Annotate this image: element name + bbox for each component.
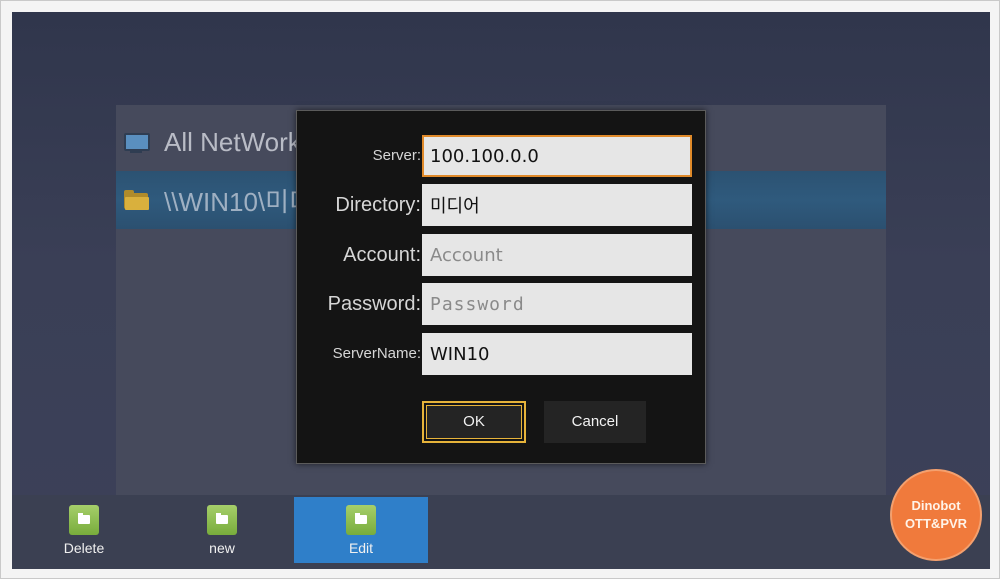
- server-name-label: ServerName:: [332, 345, 421, 362]
- new-label: new: [209, 540, 235, 556]
- password-row: Password:: [297, 283, 705, 325]
- delete-button[interactable]: Delete: [17, 497, 151, 563]
- watermark-badge: Dinobot OTT&PVR: [892, 471, 980, 559]
- account-label: Account:: [343, 244, 421, 266]
- folder-icon: [346, 505, 376, 535]
- list-item-label: All NetWork: [164, 126, 301, 157]
- password-input[interactable]: [422, 283, 692, 325]
- watermark-line1: Dinobot: [911, 498, 961, 513]
- server-row: Server:: [297, 135, 705, 177]
- watermark-line2: OTT&PVR: [904, 516, 968, 531]
- account-input[interactable]: [422, 234, 692, 276]
- directory-label: Directory:: [335, 194, 421, 216]
- tv-screen: All NetWork \\WIN10\미디어 Server: Director…: [12, 12, 990, 569]
- edit-button[interactable]: Edit: [294, 497, 428, 563]
- edit-share-dialog: Server: Directory: Account: Password: Se…: [296, 110, 706, 464]
- new-button[interactable]: new: [155, 497, 289, 563]
- directory-row: Directory:: [297, 184, 705, 226]
- monitor-icon: [122, 131, 150, 153]
- folder-icon: [122, 189, 150, 211]
- delete-label: Delete: [63, 540, 105, 556]
- cancel-button[interactable]: Cancel: [544, 401, 646, 443]
- server-label: Server:: [372, 147, 421, 164]
- directory-input[interactable]: [422, 184, 692, 226]
- screenshot-frame: All NetWork \\WIN10\미디어 Server: Director…: [0, 0, 1000, 579]
- folder-icon: [207, 505, 237, 535]
- ok-button[interactable]: OK: [422, 401, 526, 443]
- server-name-input[interactable]: [422, 333, 692, 375]
- server-input[interactable]: [422, 135, 692, 177]
- bottom-toolbar: Delete new Edit: [12, 495, 990, 569]
- server-name-row: ServerName:: [297, 333, 705, 375]
- account-row: Account:: [297, 234, 705, 276]
- edit-label: Edit: [348, 540, 374, 556]
- password-label: Password:: [327, 293, 421, 315]
- folder-icon: [69, 505, 99, 535]
